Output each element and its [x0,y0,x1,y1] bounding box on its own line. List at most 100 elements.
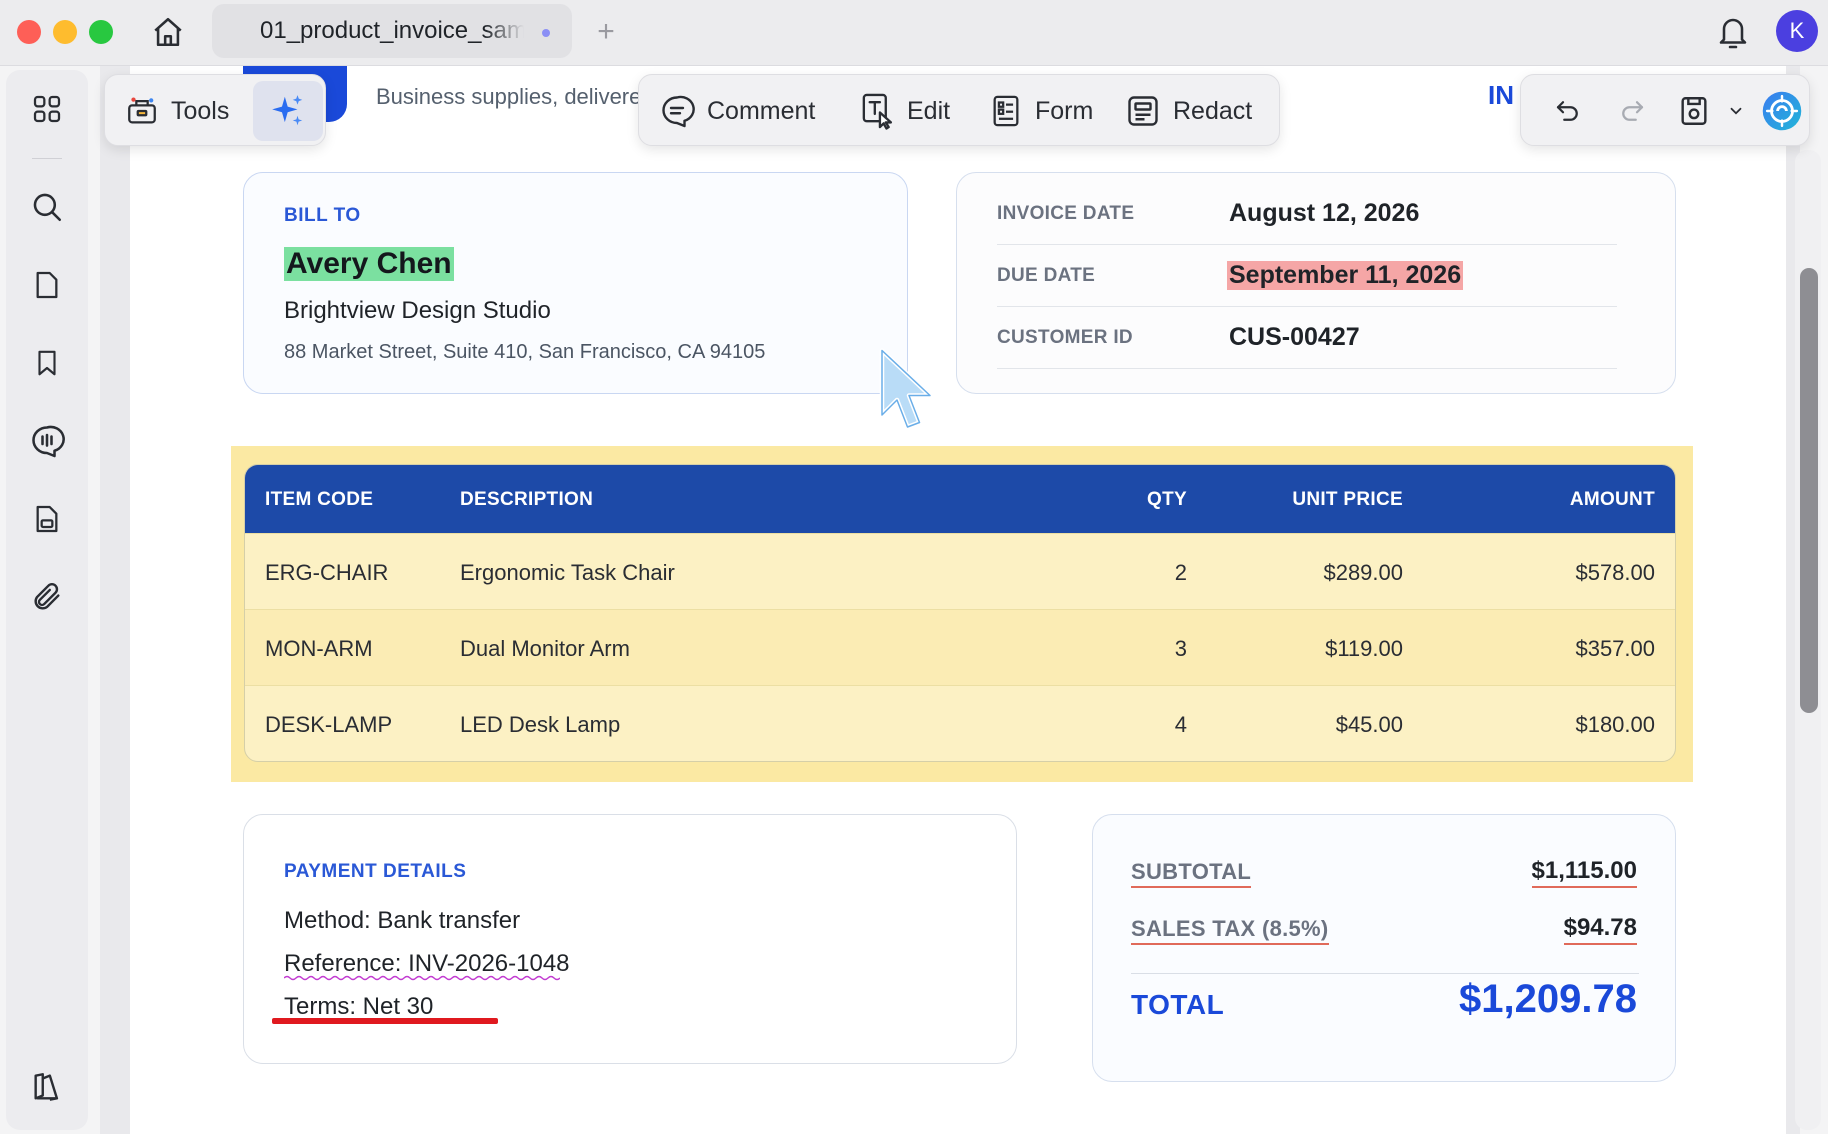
invoice-date-label: INVOICE DATE [997,203,1135,224]
chevron-down-icon[interactable] [1727,75,1745,147]
cell-item-code: ERG-CHAIR [265,560,389,585]
header-qty: QTY [1147,489,1187,510]
cell-unit-price: $45.00 [1335,712,1403,737]
header-amount: AMOUNT [1569,489,1655,510]
unsaved-indicator [542,29,550,37]
bill-to-label: BILL TO [284,205,361,226]
edit-button[interactable]: Edit [859,75,950,147]
redact-button[interactable]: Redact [1125,75,1252,147]
comment-bubble-icon [662,95,695,128]
table-row[interactable]: ERG-CHAIR Ergonomic Task Chair 2 $289.00… [245,533,1675,609]
form-button[interactable]: Form [989,75,1093,147]
header-description: DESCRIPTION [460,489,594,510]
save-icon[interactable] [1677,75,1711,147]
scrollbar-thumb[interactable] [1800,268,1818,713]
home-icon[interactable] [148,12,188,52]
header-item-code: ITEM CODE [265,489,374,510]
close-window-button[interactable] [17,20,41,44]
invoice-meta-card: INVOICE DATE August 12, 2026 DUE DATE Se… [956,172,1676,394]
comment-icon[interactable] [28,422,66,460]
edit-mode-toolbar: Comment Edit Form Redact [638,74,1280,146]
attachment-icon[interactable] [28,578,66,616]
due-date-row: DUE DATE September 11, 2026 [997,245,1617,307]
sparkle-icon [272,95,303,126]
terms-underline-annotation[interactable] [272,1018,498,1024]
user-avatar[interactable]: K [1776,10,1818,52]
redact-label: Redact [1173,96,1253,125]
customer-company[interactable]: Brightview Design Studio [284,297,551,325]
sidebar-divider [32,158,62,159]
totals-card: SUBTOTAL $1,115.00 SALES TAX (8.5%) $94.… [1092,814,1676,1082]
cell-qty: 3 [1174,636,1187,661]
search-icon[interactable] [28,188,66,226]
payment-details-label: PAYMENT DETAILS [284,861,467,882]
payment-terms[interactable]: Terms: Net 30 [284,993,433,1021]
redo-icon[interactable] [1617,75,1647,147]
left-sidebar [6,70,88,1130]
cell-qty: 4 [1174,712,1187,737]
bill-to-card: BILL TO Avery Chen Brightview Design Stu… [243,172,908,394]
tools-button[interactable]: Tools [125,75,229,147]
customer-id-value[interactable]: CUS-00427 [1229,323,1360,352]
cell-item-code: DESK-LAMP [265,712,393,737]
invoice-date-row: INVOICE DATE August 12, 2026 [997,183,1617,245]
form-label: Form [1035,96,1094,125]
subtotal-label: SUBTOTAL [1131,859,1252,888]
tools-toolbar: Tools [104,74,326,146]
undo-icon[interactable] [1553,75,1583,147]
cell-amount: $578.00 [1575,560,1655,585]
customer-id-label: CUSTOMER ID [997,327,1133,348]
spellcheck-squiggle [284,975,560,981]
invoice-title: IN [1488,80,1514,110]
customer-id-row: CUSTOMER ID CUS-00427 [997,307,1617,369]
bell-icon[interactable] [1715,12,1751,52]
total-label: TOTAL [1131,989,1225,1020]
line-items-table: ITEM CODE DESCRIPTION QTY UNIT PRICE AMO… [244,464,1676,762]
redact-icon [1128,96,1158,126]
cell-item-code: MON-ARM [265,636,373,661]
table-row[interactable]: DESK-LAMP LED Desk Lamp 4 $45.00 $180.00 [245,685,1675,761]
toolbox-icon [128,97,156,124]
payment-method[interactable]: Method: Bank transfer [284,907,520,935]
ai-assistant-icon[interactable] [1761,75,1803,147]
edit-label: Edit [907,96,951,125]
bookmark-icon[interactable] [28,344,66,382]
tools-label: Tools [171,96,230,125]
title-bar: 01_product_invoice_sample + K [0,0,1828,66]
page-icon[interactable] [28,266,66,304]
sales-tax-label: SALES TAX (8.5%) [1131,916,1329,945]
sales-tax-value[interactable]: $94.78 [1563,914,1637,945]
comment-button[interactable]: Comment [659,75,815,147]
new-tab-button[interactable]: + [592,14,620,50]
zoom-window-button[interactable] [89,20,113,44]
invoice-date-value[interactable]: August 12, 2026 [1229,199,1419,228]
header-unit-price: UNIT PRICE [1292,489,1403,510]
payment-reference[interactable]: Reference: INV-2026-1048 [284,950,570,978]
minimize-window-button[interactable] [53,20,77,44]
subtotal-value[interactable]: $1,115.00 [1531,857,1637,888]
cell-unit-price: $119.00 [1325,636,1403,661]
cell-amount: $180.00 [1575,712,1655,737]
grid-icon[interactable] [28,90,66,128]
total-value[interactable]: $1,209.78 [1459,977,1637,1022]
company-tagline: Business supplies, delivered [376,84,654,109]
cell-description: Ergonomic Task Chair [460,560,675,585]
cell-amount: $357.00 [1575,636,1655,661]
totals-divider [1131,973,1639,974]
table-row[interactable]: MON-ARM Dual Monitor Arm 3 $119.00 $357.… [245,609,1675,685]
cell-description: LED Desk Lamp [460,712,621,737]
due-date-value[interactable]: September 11, 2026 [1227,261,1464,290]
form-icon [993,95,1019,127]
tab-title: 01_product_invoice_sample [260,17,524,44]
ai-sparkle-button[interactable] [253,81,323,141]
document-tab[interactable]: 01_product_invoice_sample [212,4,572,58]
edit-text-icon [862,93,893,130]
cell-unit-price: $289.00 [1323,560,1403,585]
document-icon[interactable] [28,500,66,538]
customer-name[interactable]: Avery Chen [284,247,454,281]
cursor-icon [879,348,933,430]
customer-address[interactable]: 88 Market Street, Suite 410, San Francis… [284,341,765,364]
actions-toolbar [1520,74,1810,146]
payment-details-card: PAYMENT DETAILS Method: Bank transfer Re… [243,814,1017,1064]
sidebar-toggle-icon[interactable] [28,1068,66,1106]
